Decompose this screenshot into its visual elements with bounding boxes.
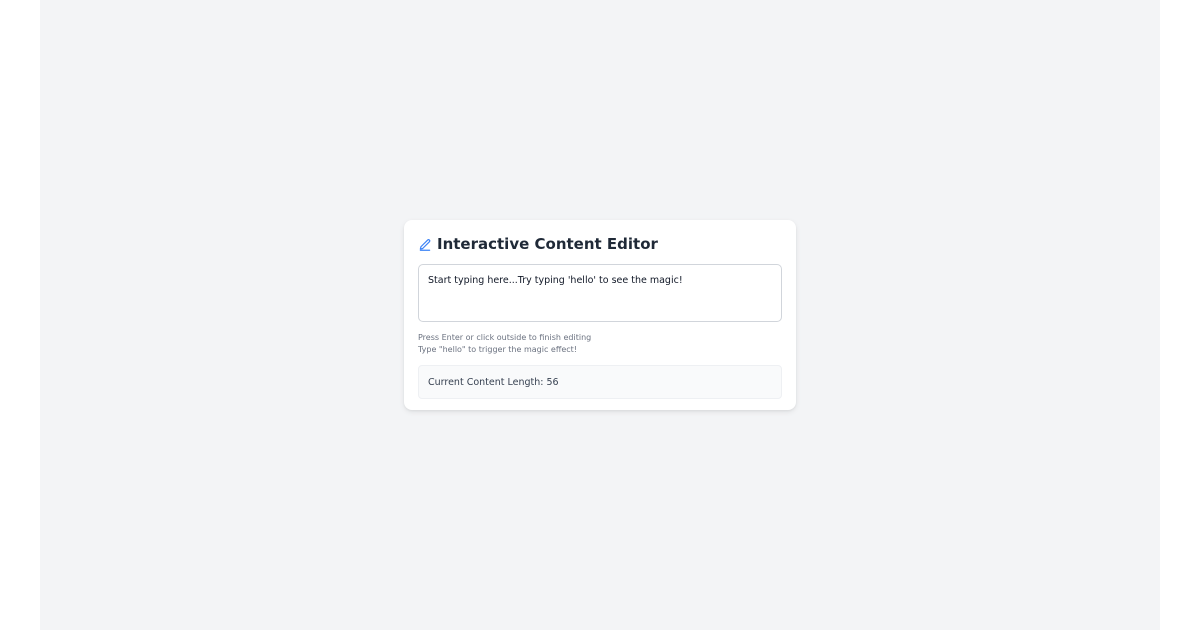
editor-hints: Press Enter or click outside to finish e… [418, 332, 782, 356]
content-editor[interactable]: Start typing here...Try typing 'hello' t… [418, 264, 782, 322]
hint-magic-effect: Type "hello" to trigger the magic effect… [418, 345, 577, 354]
content-length-label: Current Content Length: [428, 376, 544, 388]
page-title: Interactive Content Editor [437, 235, 658, 253]
editor-card: Interactive Content Editor Start typing … [404, 220, 796, 410]
hint-finish-editing: Press Enter or click outside to finish e… [418, 333, 592, 342]
app-background: Interactive Content Editor Start typing … [40, 0, 1160, 630]
content-length-value: 56 [546, 376, 559, 388]
editor-header: Interactive Content Editor [418, 235, 782, 253]
pencil-icon [418, 237, 432, 251]
content-length-panel: Current Content Length: 56 [418, 365, 782, 399]
